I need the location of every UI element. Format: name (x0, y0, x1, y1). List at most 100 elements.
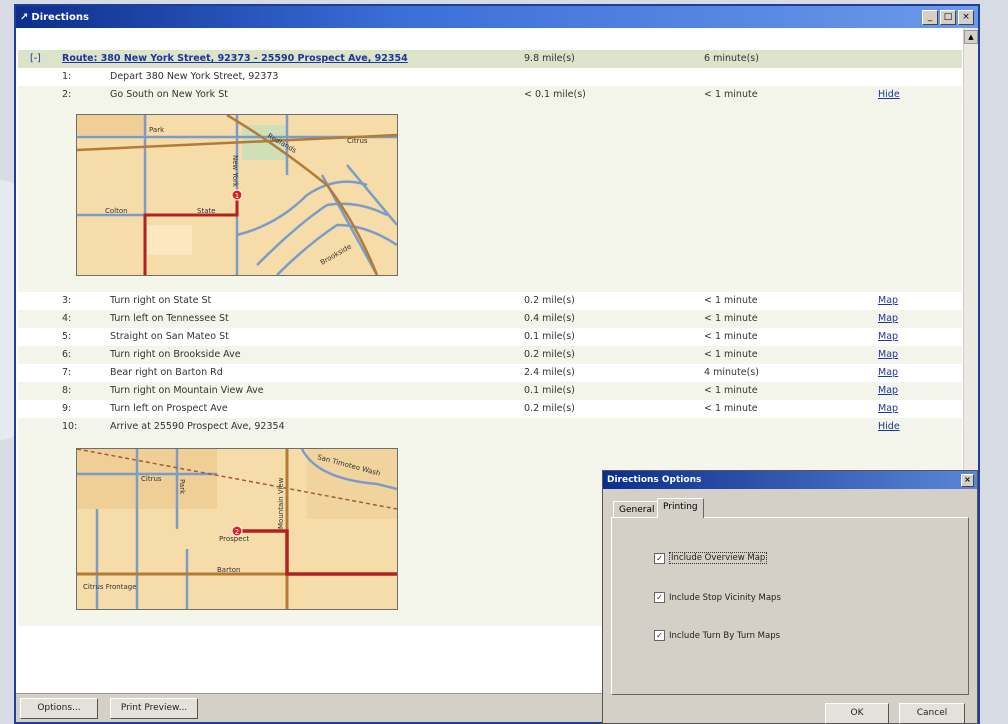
map-link[interactable]: Map (878, 331, 898, 342)
printing-tab-panel: ✓ Include Overview Map ✓ Include Stop Vi… (611, 517, 969, 695)
step-row: 4: Turn left on Tennessee St 0.4 mile(s)… (18, 310, 962, 328)
step-text: Turn right on Brookside Ave (110, 349, 241, 360)
step-number: 4: (62, 313, 72, 324)
step-row: 9: Turn left on Prospect Ave 0.2 mile(s)… (18, 400, 962, 418)
map-link[interactable]: Map (878, 385, 898, 396)
option-label: Include Turn By Turn Maps (669, 630, 781, 641)
turn-map-image[interactable]: 1 Park Redlands Citrus Colton State New … (76, 114, 398, 276)
step-distance: 0.1 mile(s) (524, 331, 575, 342)
step-distance: 2.4 mile(s) (524, 367, 575, 378)
map-marker-label: 1 (235, 192, 239, 200)
step-row: 6: Turn right on Brookside Ave 0.2 mile(… (18, 346, 962, 364)
map-drawing: 1 Park Redlands Citrus Colton State New … (77, 115, 397, 275)
window-title: ↗ Directions (20, 11, 89, 23)
dialog-title-bar[interactable]: Directions Options × (603, 471, 977, 489)
map-label: New York (231, 155, 239, 188)
step-time: < 1 minute (704, 403, 758, 414)
step-text: Go South on New York St (110, 89, 228, 100)
directions-icon: ↗ (20, 11, 29, 23)
cancel-button[interactable]: Cancel (899, 703, 965, 724)
minimize-button[interactable]: _ (922, 9, 938, 25)
dialog-title: Directions Options (607, 475, 702, 485)
map-area: 1 Park Redlands Citrus Colton State New … (18, 104, 962, 292)
map-link[interactable]: Map (878, 313, 898, 324)
map-drawing: 2 Citrus Park Prospect Barton Mountain V… (77, 449, 397, 609)
step-row: 3: Turn right on State St 0.2 mile(s) < … (18, 292, 962, 310)
map-label: Mountain View (277, 477, 285, 529)
step-number: 9: (62, 403, 72, 414)
step-text: Straight on San Mateo St (110, 331, 229, 342)
dialog-close-icon[interactable]: × (961, 474, 974, 487)
step-distance: 0.1 mile(s) (524, 385, 575, 396)
step-row: 2: Go South on New York St < 0.1 mile(s)… (18, 86, 962, 104)
scroll-up-icon[interactable]: ▲ (964, 30, 978, 44)
map-label: Citrus Frontage (83, 583, 137, 591)
print-preview-button[interactable]: Print Preview... (110, 698, 198, 719)
route-time: 6 minute(s) (704, 53, 759, 64)
map-label: Citrus (141, 475, 162, 483)
window-controls: _ □ × (922, 9, 974, 25)
step-row: 1: Depart 380 New York Street, 92373 (18, 68, 962, 86)
step-text: Depart 380 New York Street, 92373 (110, 71, 279, 82)
step-number: 1: (62, 71, 72, 82)
turn-map-image[interactable]: 2 Citrus Park Prospect Barton Mountain V… (76, 448, 398, 610)
step-number: 7: (62, 367, 72, 378)
step-time: < 1 minute (704, 331, 758, 342)
turn-by-turn-maps-option[interactable]: ✓ Include Turn By Turn Maps (654, 630, 780, 641)
step-time: < 1 minute (704, 295, 758, 306)
ok-button[interactable]: OK (825, 703, 889, 724)
step-number: 3: (62, 295, 72, 306)
option-label: Include Overview Map (669, 552, 768, 564)
map-label: Barton (217, 566, 240, 574)
map-link[interactable]: Map (878, 349, 898, 360)
map-label: Colton (105, 207, 128, 215)
hide-map-link[interactable]: Hide (878, 421, 900, 432)
step-row: 8: Turn right on Mountain View Ave 0.1 m… (18, 382, 962, 400)
checkbox-checked-icon[interactable]: ✓ (654, 552, 665, 564)
map-label: Park (149, 126, 165, 134)
map-link[interactable]: Map (878, 367, 898, 378)
map-link[interactable]: Map (878, 403, 898, 414)
title-bar[interactable]: ↗ Directions _ □ × (16, 6, 978, 28)
close-button[interactable]: × (958, 9, 974, 25)
maximize-button[interactable]: □ (940, 9, 956, 25)
step-text: Arrive at 25590 Prospect Ave, 92354 (110, 421, 285, 432)
tab-printing[interactable]: Printing (657, 498, 704, 518)
step-distance: < 0.1 mile(s) (524, 89, 586, 100)
checkbox-checked-icon[interactable]: ✓ (654, 592, 665, 603)
map-link[interactable]: Map (878, 295, 898, 306)
directions-options-dialog: Directions Options × General Printing ✓ … (602, 470, 978, 724)
step-time: 4 minute(s) (704, 367, 759, 378)
overview-map-option[interactable]: ✓ Include Overview Map (654, 552, 768, 564)
map-label: State (197, 207, 216, 215)
stop-vicinity-maps-option[interactable]: ✓ Include Stop Vicinity Maps (654, 592, 781, 603)
step-text: Turn left on Tennessee St (110, 313, 229, 324)
step-number: 8: (62, 385, 72, 396)
step-number: 5: (62, 331, 72, 342)
hide-map-link[interactable]: Hide (878, 89, 900, 100)
step-text: Turn right on State St (110, 295, 212, 306)
tab-general[interactable]: General (613, 501, 661, 518)
collapse-toggle[interactable]: [-] (30, 53, 41, 64)
step-row: 5: Straight on San Mateo St 0.1 mile(s) … (18, 328, 962, 346)
step-number: 6: (62, 349, 72, 360)
step-text: Turn right on Mountain View Ave (110, 385, 264, 396)
step-row: 10: Arrive at 25590 Prospect Ave, 92354 … (18, 418, 962, 436)
step-time: < 1 minute (704, 349, 758, 360)
route-title-link[interactable]: Route: 380 New York Street, 92373 - 2559… (62, 53, 408, 64)
route-distance: 9.8 mile(s) (524, 53, 575, 64)
step-distance: 0.2 mile(s) (524, 403, 575, 414)
step-distance: 0.2 mile(s) (524, 295, 575, 306)
map-label: Park (178, 479, 186, 495)
step-distance: 0.2 mile(s) (524, 349, 575, 360)
step-text: Turn left on Prospect Ave (110, 403, 228, 414)
step-number: 10: (62, 421, 78, 432)
map-label: Citrus (347, 137, 368, 145)
step-text: Bear right on Barton Rd (110, 367, 223, 378)
step-row: 7: Bear right on Barton Rd 2.4 mile(s) 4… (18, 364, 962, 382)
step-time: < 1 minute (704, 89, 758, 100)
route-header: [-] Route: 380 New York Street, 92373 - … (18, 50, 962, 68)
checkbox-checked-icon[interactable]: ✓ (654, 630, 665, 641)
option-label: Include Stop Vicinity Maps (669, 592, 781, 603)
options-button[interactable]: Options... (20, 698, 98, 719)
